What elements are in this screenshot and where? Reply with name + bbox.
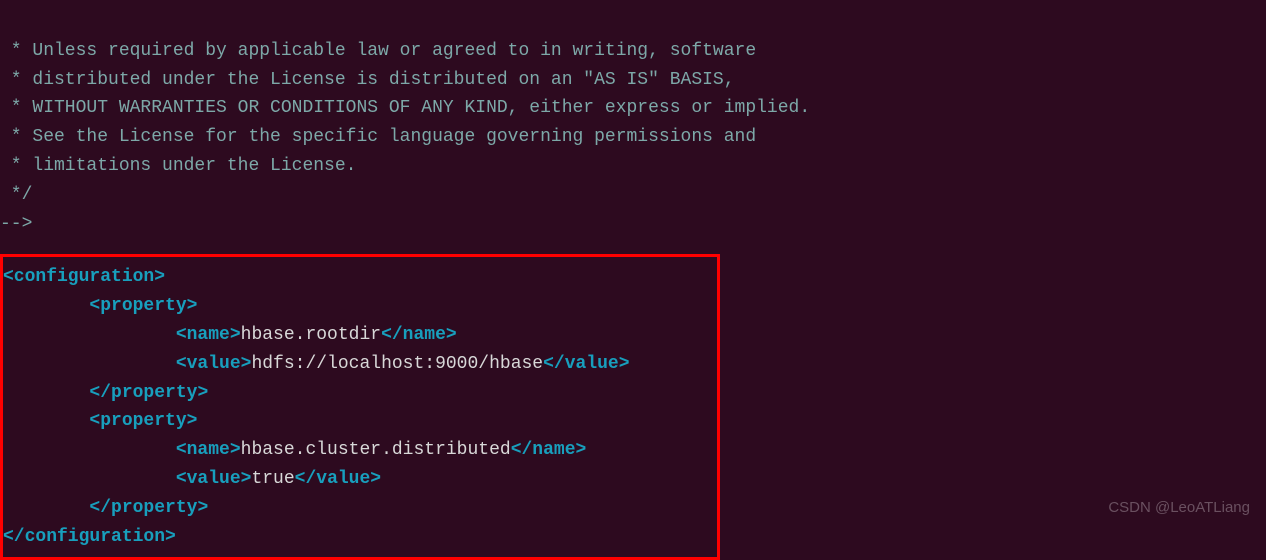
comment-line: * limitations under the License. (0, 156, 356, 176)
property-value-content: hdfs://localhost:9000/hbase (251, 354, 543, 374)
value-open-tag: <value> (176, 354, 252, 374)
property-close-tag: </property> (89, 498, 208, 518)
property-open-tag: <property> (89, 296, 197, 316)
property-value-content: true (251, 469, 294, 489)
configuration-open-tag: <configuration> (3, 267, 165, 287)
value-close-tag: </value> (543, 354, 629, 374)
comment-line: * See the License for the specific langu… (0, 127, 756, 147)
license-comment: * Unless required by applicable law or a… (0, 8, 1266, 238)
property-name-value: hbase.rootdir (241, 325, 381, 345)
name-close-tag: </name> (511, 440, 587, 460)
name-close-tag: </name> (381, 325, 457, 345)
comment-line: */ (0, 185, 32, 205)
property-name-value: hbase.cluster.distributed (241, 440, 511, 460)
value-close-tag: </value> (295, 469, 381, 489)
comment-line: * WITHOUT WARRANTIES OR CONDITIONS OF AN… (0, 98, 810, 118)
comment-line: * Unless required by applicable law or a… (0, 41, 756, 61)
watermark-text: CSDN @LeoATLiang (1108, 496, 1250, 520)
configuration-xml-block: <configuration> <property> <name>hbase.r… (0, 254, 720, 560)
value-open-tag: <value> (176, 469, 252, 489)
configuration-close-tag: </configuration> (3, 527, 176, 547)
name-open-tag: <name> (176, 325, 241, 345)
comment-line: --> (0, 214, 32, 234)
comment-line: * distributed under the License is distr… (0, 70, 735, 90)
property-close-tag: </property> (89, 383, 208, 403)
property-open-tag: <property> (89, 411, 197, 431)
name-open-tag: <name> (176, 440, 241, 460)
